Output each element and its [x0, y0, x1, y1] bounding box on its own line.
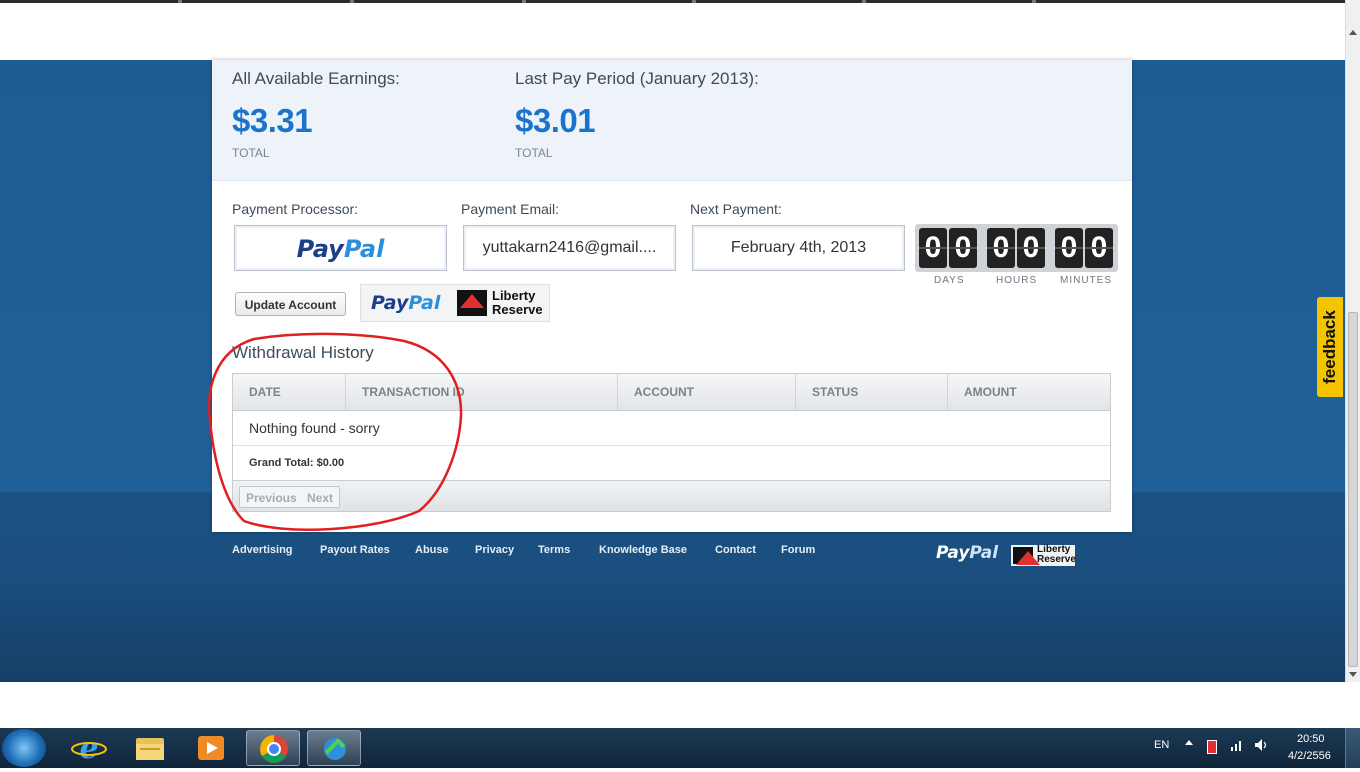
paypal-logo: PayPal	[296, 235, 385, 263]
countdown-digit: 0	[1017, 228, 1045, 268]
explorer-icon[interactable]	[123, 730, 177, 766]
clock-date[interactable]: 4/2/2556	[1288, 750, 1331, 762]
table-row: Grand Total: $0.00	[233, 446, 1110, 481]
table-header: DATE TRANSACTION ID ACCOUNT STATUS AMOUN…	[233, 374, 1110, 411]
start-button[interactable]	[2, 729, 46, 767]
power-icon[interactable]	[1207, 740, 1217, 754]
table-row: Nothing found - sorry	[233, 411, 1110, 446]
withdrawal-history-title: Withdrawal History	[232, 343, 374, 362]
countdown-timer: 0 0 0 0 0 0	[915, 224, 1118, 272]
column-header-date[interactable]: DATE	[233, 374, 346, 410]
scroll-up-arrow-icon[interactable]	[1349, 30, 1357, 35]
payment-email-value: yuttakarn2416@gmail....	[482, 239, 657, 256]
payment-processor-label: Payment Processor:	[232, 201, 359, 217]
liberty-reserve-logo-text: Liberty Reserve	[492, 288, 543, 317]
countdown-hours-label: HOURS	[996, 275, 1038, 286]
countdown-digit: 0	[949, 228, 977, 268]
last-pay-period-amount: $3.01	[515, 102, 596, 139]
footer-link-abuse[interactable]: Abuse	[415, 544, 449, 556]
payment-processor-field[interactable]: PayPal	[234, 225, 447, 271]
show-hidden-icons-icon[interactable]	[1185, 740, 1193, 745]
volume-icon[interactable]	[1254, 738, 1270, 755]
available-earnings-label: All Available Earnings:	[232, 69, 400, 88]
footer-link-forum[interactable]: Forum	[781, 544, 815, 556]
available-earnings-amount: $3.31	[232, 102, 313, 139]
vertical-scrollbar[interactable]	[1345, 0, 1360, 682]
network-signal-icon[interactable]	[1230, 738, 1244, 755]
table-pagination: Previous Next	[233, 481, 1110, 511]
last-pay-period-total-label: TOTAL	[515, 146, 553, 160]
clock-time[interactable]: 20:50	[1297, 733, 1325, 745]
countdown-digit: 0	[987, 228, 1015, 268]
footer-paypal-logo: PayPal	[936, 543, 999, 563]
footer-link-contact[interactable]: Contact	[715, 544, 756, 556]
liberty-reserve-icon	[457, 290, 487, 316]
svg-text:e: e	[79, 731, 98, 766]
footer-link-privacy[interactable]: Privacy	[475, 544, 514, 556]
column-header-transaction-id[interactable]: TRANSACTION ID	[346, 374, 618, 410]
earnings-card: All Available Earnings: $3.31 TOTAL Last…	[212, 60, 1132, 532]
tab-strip	[0, 0, 1345, 3]
chrome-icon[interactable]	[246, 730, 300, 766]
payment-email-label: Payment Email:	[461, 201, 560, 217]
column-header-status[interactable]: STATUS	[796, 374, 948, 410]
next-payment-value: February 4th, 2013	[730, 239, 867, 256]
footer-link-advertising[interactable]: Advertising	[232, 544, 293, 556]
next-payment-field: February 4th, 2013	[692, 225, 905, 271]
last-pay-period-label: Last Pay Period (January 2013):	[515, 69, 759, 88]
countdown-minutes-label: MINUTES	[1060, 275, 1112, 286]
countdown-days-label: DAYS	[934, 275, 965, 286]
feedback-label: feedback	[1320, 310, 1339, 384]
column-header-account[interactable]: ACCOUNT	[618, 374, 796, 410]
footer-liberty-reserve-text: Liberty Reserve	[1037, 544, 1076, 565]
countdown-digit: 0	[1055, 228, 1083, 268]
withdrawal-history-table: DATE TRANSACTION ID ACCOUNT STATUS AMOUN…	[232, 373, 1111, 512]
payment-email-field[interactable]: yuttakarn2416@gmail....	[463, 225, 676, 271]
media-player-icon[interactable]	[184, 730, 238, 766]
feedback-tab[interactable]: feedback	[1317, 297, 1343, 397]
update-account-button[interactable]: Update Account	[235, 292, 346, 316]
column-header-amount[interactable]: AMOUNT	[948, 374, 1110, 410]
ie-icon[interactable]: e	[62, 730, 116, 766]
grand-total: Grand Total: $0.00	[249, 457, 345, 469]
next-page-button[interactable]: Next	[301, 486, 341, 508]
footer-liberty-reserve-logo: Liberty Reserve	[1011, 544, 1076, 566]
footer-link-terms[interactable]: Terms	[538, 544, 570, 556]
scrollbar-thumb[interactable]	[1348, 312, 1358, 667]
countdown-digit: 0	[1085, 228, 1113, 268]
empty-message: Nothing found - sorry	[249, 420, 380, 436]
windows-taskbar: e EN 20:50 4/2/2556	[0, 728, 1360, 768]
payment-method-logos: PayPal Liberty Reserve	[360, 284, 550, 322]
countdown-digit: 0	[919, 228, 947, 268]
liberty-reserve-icon	[1013, 547, 1040, 565]
browser-top-area	[0, 0, 1345, 60]
next-payment-label: Next Payment:	[690, 201, 782, 217]
scroll-down-arrow-icon[interactable]	[1349, 672, 1357, 677]
network-app-icon[interactable]	[307, 730, 361, 766]
paypal-logo: PayPal	[371, 292, 441, 314]
earnings-summary: All Available Earnings: $3.31 TOTAL Last…	[212, 60, 1132, 181]
footer-link-payout-rates[interactable]: Payout Rates	[320, 544, 390, 556]
previous-page-button[interactable]: Previous	[239, 486, 304, 508]
show-desktop-button[interactable]	[1345, 728, 1360, 768]
footer-link-knowledge-base[interactable]: Knowledge Base	[599, 544, 687, 556]
available-earnings-total-label: TOTAL	[232, 146, 270, 160]
language-indicator[interactable]: EN	[1154, 739, 1169, 751]
